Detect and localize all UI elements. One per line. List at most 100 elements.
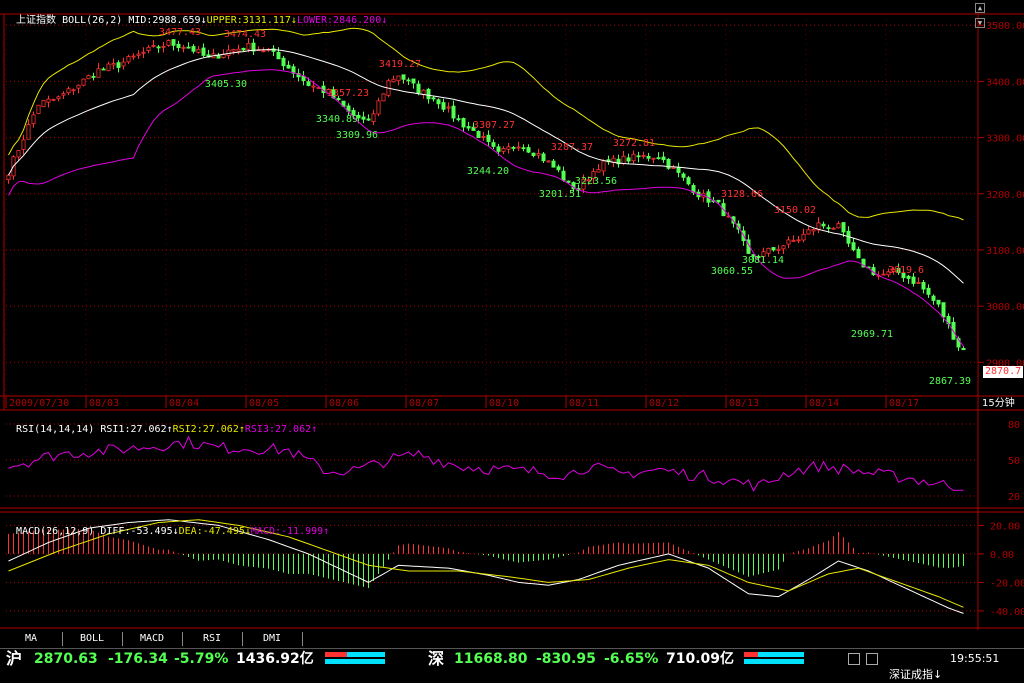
sz-label: 深 bbox=[428, 649, 445, 668]
candle-down bbox=[441, 102, 446, 110]
candle-down bbox=[171, 39, 176, 46]
candle-up bbox=[506, 146, 511, 150]
candle-up bbox=[126, 56, 131, 63]
candle-down bbox=[456, 118, 461, 121]
candle-up bbox=[621, 155, 626, 164]
candle-up bbox=[546, 160, 551, 163]
candle-down bbox=[526, 147, 531, 153]
candle-down bbox=[366, 118, 371, 121]
tab-ma[interactable]: MA bbox=[0, 632, 63, 646]
price-annotation: 3223.56 bbox=[575, 176, 617, 187]
candle-up bbox=[766, 247, 771, 254]
price-annotation: 3474.43 bbox=[224, 29, 266, 40]
rsi1-value: RSI1:27.062 bbox=[100, 424, 167, 435]
candle-up bbox=[481, 135, 486, 138]
candle-up bbox=[166, 40, 171, 46]
candle-up bbox=[396, 75, 401, 82]
candle-up bbox=[136, 53, 141, 56]
price-annotation: 3272.81 bbox=[613, 138, 655, 149]
candle-down bbox=[476, 131, 481, 139]
macd-value: MACD:-11.999 bbox=[250, 526, 324, 537]
macd-ytick-label: 0.00 bbox=[990, 550, 1014, 561]
candle-down bbox=[541, 153, 546, 162]
price-annotation: 3201.51 bbox=[539, 189, 581, 200]
macd-ytick-label: -20.00 bbox=[990, 578, 1024, 589]
boll-mid-value: MID:2988.659 bbox=[128, 15, 201, 26]
candle-down bbox=[826, 227, 831, 230]
date-tick-label: 08/14 bbox=[809, 398, 839, 409]
candle-down bbox=[636, 155, 641, 158]
boll-lower-arrow: ↓ bbox=[381, 15, 388, 26]
price-annotation: 3081.14 bbox=[742, 255, 784, 266]
price-annotation: 3287.37 bbox=[551, 142, 593, 153]
market-selector[interactable]: 深证成指↓ bbox=[882, 651, 942, 681]
macd-indicator-label: MACD(26,12,9) bbox=[16, 526, 95, 537]
candle-down bbox=[511, 147, 516, 149]
candle-down bbox=[771, 247, 776, 251]
candle-up bbox=[121, 61, 126, 67]
rsi-line bbox=[8, 435, 964, 492]
candle-down bbox=[926, 287, 931, 295]
candle-up bbox=[516, 146, 521, 149]
date-tick-label: 08/17 bbox=[889, 398, 919, 409]
candle-down bbox=[841, 222, 846, 233]
candle-up bbox=[41, 100, 46, 108]
macd-arrow: ↑ bbox=[323, 526, 330, 537]
candle-up bbox=[261, 50, 266, 53]
stock-chart[interactable]: 3500.00 3400.00 3300.00 3200.00 3100.00 3000.… bbox=[0, 0, 1024, 669]
candle-up bbox=[61, 93, 66, 96]
candle-up bbox=[16, 150, 21, 158]
candle-up bbox=[781, 245, 786, 250]
tab-dmi[interactable]: DMI bbox=[242, 632, 303, 646]
status-icon-1[interactable] bbox=[848, 653, 860, 665]
candle-up bbox=[651, 157, 656, 160]
tab-rsi[interactable]: RSI bbox=[182, 632, 243, 646]
candle-down bbox=[941, 302, 946, 318]
candle-down bbox=[186, 46, 191, 49]
status-icon-2[interactable] bbox=[866, 653, 878, 665]
candle-down bbox=[401, 74, 406, 80]
candle-down bbox=[656, 157, 661, 160]
date-tick-label: 08/07 bbox=[409, 398, 439, 409]
last-price-tag: 2870.7 bbox=[983, 366, 1024, 378]
boll-indicator-label: BOLL(26,2) bbox=[62, 15, 123, 26]
candle-down bbox=[286, 64, 291, 69]
candle-down bbox=[281, 57, 286, 67]
market-selector-arrow: ↓ bbox=[933, 668, 943, 681]
sh-label: 沪 bbox=[6, 649, 23, 668]
price-annotation: 3477.43 bbox=[159, 27, 201, 38]
date-tick-label: 08/11 bbox=[569, 398, 599, 409]
candle-up bbox=[786, 239, 791, 245]
candle-up bbox=[641, 155, 646, 157]
candle-down bbox=[101, 68, 106, 71]
candle-down bbox=[921, 282, 926, 290]
scroll-down-icon[interactable]: ▼ bbox=[975, 18, 985, 28]
candle-down bbox=[426, 88, 431, 100]
candle-down bbox=[551, 160, 556, 168]
candle-down bbox=[411, 78, 416, 84]
candle-down bbox=[406, 79, 411, 82]
main-ytick-label: 3000.00 bbox=[986, 302, 1024, 313]
sz-index-value: 11668.80 bbox=[454, 651, 528, 667]
candle-up bbox=[6, 174, 11, 181]
candle-down bbox=[566, 180, 571, 183]
candle-down bbox=[911, 276, 916, 284]
candle-up bbox=[796, 239, 801, 242]
candle-up bbox=[36, 104, 41, 114]
sz-index-change: -830.95 bbox=[536, 651, 596, 667]
market-selector-label: 深证成指 bbox=[889, 668, 933, 681]
price-annotation: 2867.39 bbox=[929, 376, 971, 387]
sh-index-value: 2870.63 bbox=[34, 651, 98, 667]
dea-value: DEA:-47.495 bbox=[178, 526, 245, 537]
candle-up bbox=[836, 223, 841, 229]
price-annotation: 2969.71 bbox=[851, 329, 893, 340]
boll-lower-line bbox=[8, 69, 964, 347]
candle-up bbox=[226, 49, 231, 56]
scroll-up-icon[interactable]: ▲ bbox=[975, 3, 985, 13]
period-label[interactable]: 15分钟 bbox=[982, 398, 1015, 410]
candle-down bbox=[156, 46, 161, 49]
tab-macd[interactable]: MACD bbox=[122, 632, 183, 646]
sh-amount: 1436.92亿 bbox=[236, 651, 314, 667]
tab-boll[interactable]: BOLL bbox=[62, 632, 123, 646]
candle-down bbox=[676, 166, 681, 173]
